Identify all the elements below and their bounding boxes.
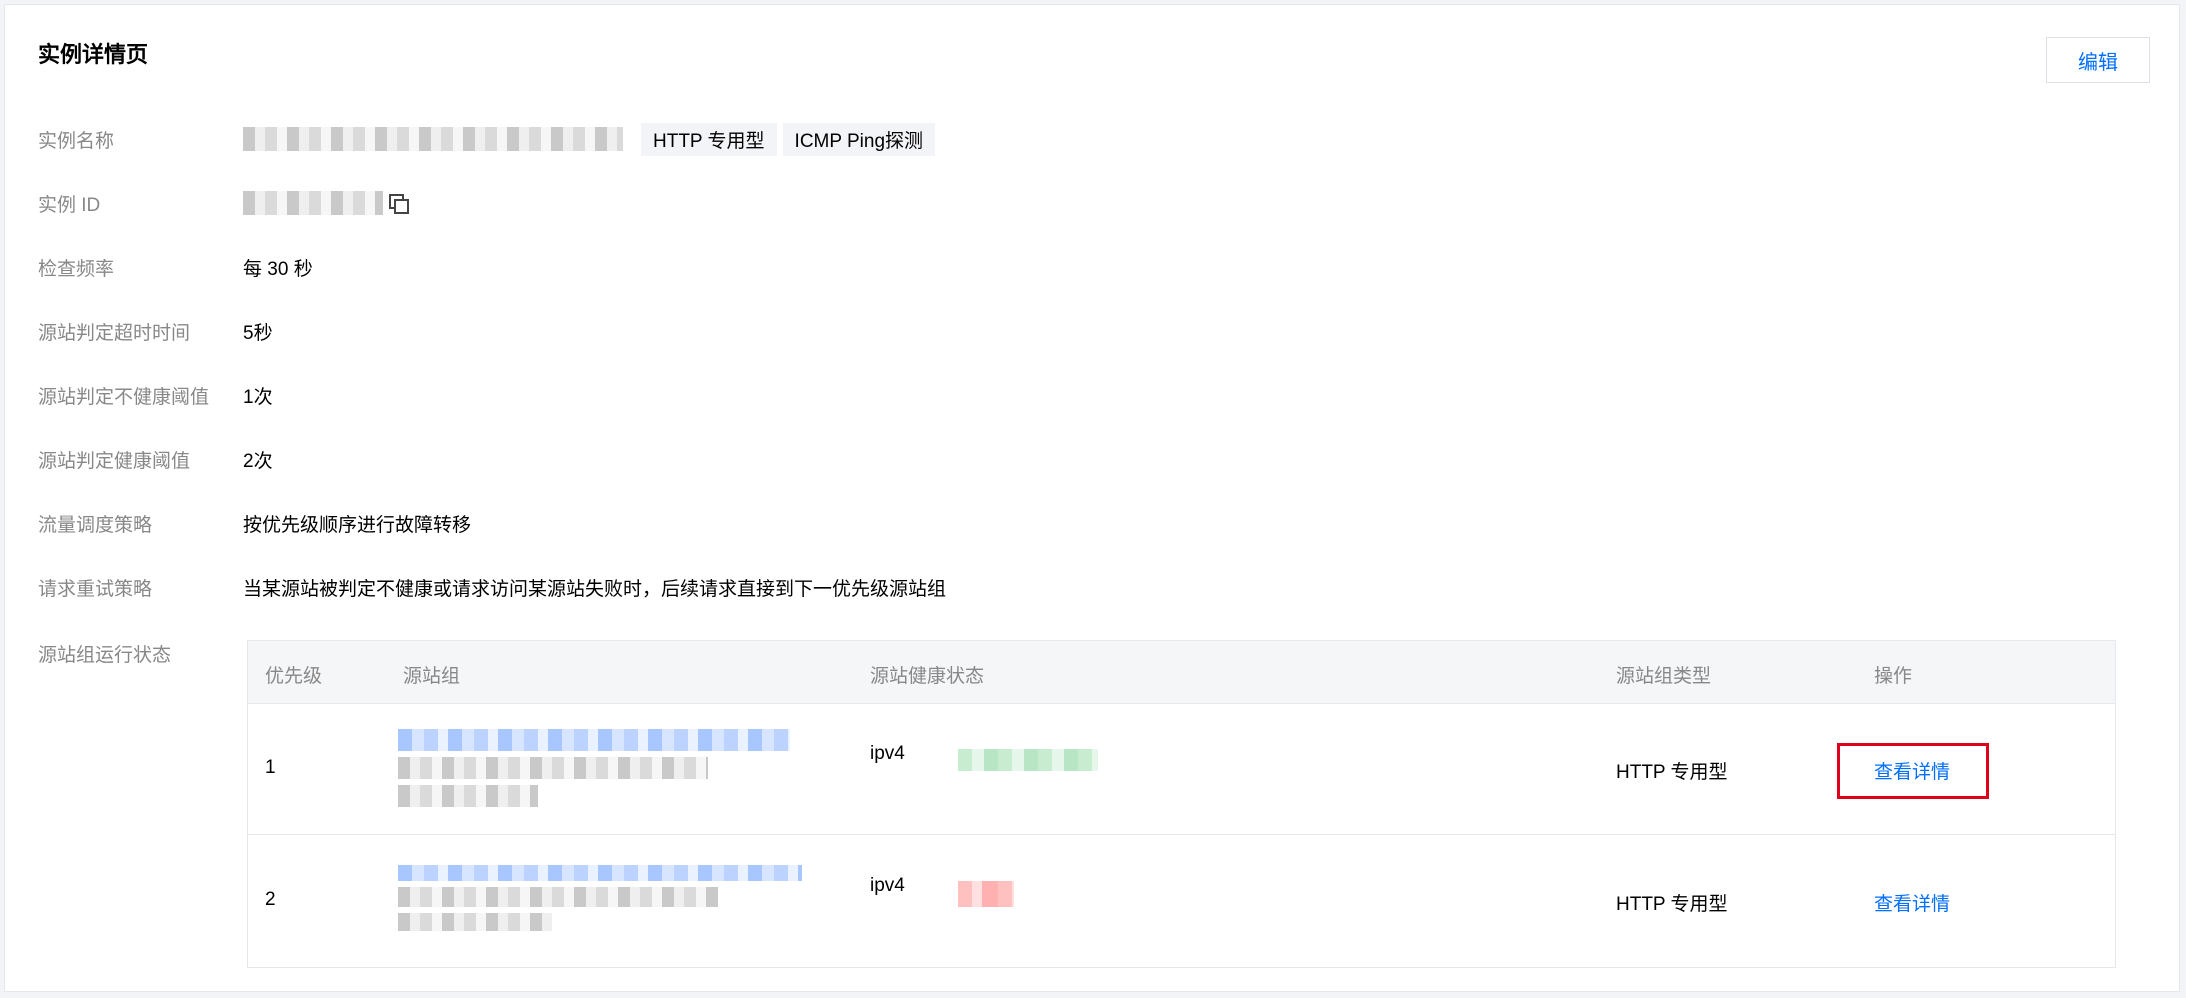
field-label: 检查频率 <box>38 258 115 280</box>
field-label: 流量调度策略 <box>38 514 153 536</box>
field-label: 实例名称 <box>38 130 115 152</box>
field-value: 2次 <box>243 450 273 472</box>
origin-group-table: 优先级 源站组 源站健康状态 源站组类型 操作 1 ipv4 HTTP 专用型 … <box>247 640 2116 968</box>
masked-origin-group <box>398 729 798 811</box>
field-healthy-threshold: 源站判定健康阈值 2次 <box>38 444 273 474</box>
masked-instance-id <box>243 191 383 215</box>
column-health-status: 源站健康状态 <box>870 666 985 687</box>
field-label: 实例 ID <box>38 194 101 216</box>
table-header: 优先级 源站组 源站健康状态 源站组类型 操作 <box>248 641 2115 704</box>
masked-origin-group <box>398 865 808 947</box>
health-protocol: ipv4 <box>870 743 905 764</box>
column-origin-group: 源站组 <box>403 666 461 687</box>
type-tag: HTTP 专用型 <box>641 122 777 156</box>
field-value: 每 30 秒 <box>243 258 313 280</box>
group-type-cell: HTTP 专用型 <box>1616 894 1728 915</box>
field-timeout: 源站判定超时时间 5秒 <box>38 316 273 346</box>
field-instance-name: 实例名称 HTTP 专用型 ICMP Ping探测 <box>38 122 936 156</box>
field-check-frequency: 检查频率 每 30 秒 <box>38 252 313 282</box>
table-row: 1 ipv4 HTTP 专用型 查看详情 <box>248 703 2115 835</box>
field-value: HTTP 专用型 ICMP Ping探测 <box>243 122 936 156</box>
field-instance-id: 实例 ID <box>38 188 409 218</box>
view-details-link[interactable]: 查看详情 <box>1874 889 1950 916</box>
priority-cell: 1 <box>265 757 276 778</box>
highlight-box <box>1837 743 1989 799</box>
masked-health-status <box>958 749 1098 771</box>
column-priority: 优先级 <box>265 666 323 687</box>
copy-icon[interactable] <box>389 194 409 214</box>
probe-tag: ICMP Ping探测 <box>782 122 936 156</box>
field-value: 当某源站被判定不健康或请求访问某源站失败时，后续请求直接到下一优先级源站组 <box>243 578 947 600</box>
field-label: 源站判定健康阈值 <box>38 450 191 472</box>
field-label: 源站判定超时时间 <box>38 322 191 344</box>
group-type-cell: HTTP 专用型 <box>1616 762 1728 783</box>
field-value: 5秒 <box>243 322 273 344</box>
field-traffic-policy: 流量调度策略 按优先级顺序进行故障转移 <box>38 508 471 538</box>
column-group-type: 源站组类型 <box>1616 666 1712 687</box>
page-title: 实例详情页 <box>38 42 149 67</box>
field-value <box>243 191 409 215</box>
origin-status-label: 源站组运行状态 <box>38 645 172 666</box>
field-retry-policy: 请求重试策略 当某源站被判定不健康或请求访问某源站失败时，后续请求直接到下一优先… <box>38 572 946 602</box>
field-value: 1次 <box>243 386 273 408</box>
masked-instance-name <box>243 127 623 151</box>
masked-health-status <box>958 881 1014 907</box>
priority-cell: 2 <box>265 889 276 910</box>
field-value: 按优先级顺序进行故障转移 <box>243 514 472 536</box>
instance-detail-card: 实例详情页 编辑 实例名称 HTTP 专用型 ICMP Ping探测 实例 ID… <box>4 4 2180 992</box>
field-label: 源站判定不健康阈值 <box>38 386 210 408</box>
column-action: 操作 <box>1874 666 1913 687</box>
edit-button[interactable]: 编辑 <box>2046 37 2150 83</box>
health-protocol: ipv4 <box>870 875 905 896</box>
table-row: 2 ipv4 HTTP 专用型 查看详情 <box>248 835 2115 967</box>
field-label: 请求重试策略 <box>38 578 153 600</box>
field-unhealthy-threshold: 源站判定不健康阈值 1次 <box>38 380 273 410</box>
